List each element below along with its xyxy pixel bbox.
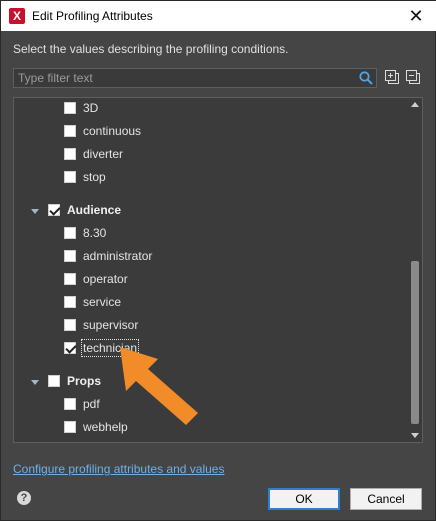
tree-item-label: service: [83, 295, 122, 309]
oxygen-app-icon: X: [9, 8, 25, 24]
cancel-button[interactable]: Cancel: [350, 488, 422, 510]
tree-item[interactable]: administrator: [64, 245, 152, 267]
tree-item-label: 8.30: [83, 226, 107, 240]
tree-item-label: webhelp: [83, 420, 128, 434]
checkbox[interactable]: [48, 375, 60, 387]
tree-item[interactable]: supervisor: [64, 314, 138, 336]
dialog-description: Select the values describing the profili…: [13, 42, 289, 56]
tree-item-label: pdf: [83, 397, 100, 411]
tree-group-label: Audience: [67, 203, 122, 217]
tree-item[interactable]: webhelp: [64, 416, 128, 438]
tree-item[interactable]: 8.30: [64, 222, 106, 244]
checkbox[interactable]: [64, 296, 76, 308]
tree-item[interactable]: 3D: [64, 98, 99, 119]
checkbox[interactable]: [64, 319, 76, 331]
tree-item[interactable]: diverter: [64, 143, 123, 165]
tree-group-audience[interactable]: Audience: [48, 199, 121, 221]
profiling-tree: 3D continuous diverter stop Audience 8.3…: [13, 97, 423, 443]
checkbox[interactable]: [48, 204, 60, 216]
tree-item-label: stop: [83, 170, 106, 184]
tree-item-label: administrator: [83, 249, 153, 263]
expand-toggle-icon[interactable]: [31, 380, 39, 385]
tree-item[interactable]: stop: [64, 166, 106, 188]
tree-group-props[interactable]: Props: [48, 370, 101, 392]
dialog-title: Edit Profiling Attributes: [32, 9, 153, 23]
tree-item-label: technician: [80, 339, 140, 357]
scroll-up-icon[interactable]: [411, 102, 419, 107]
checkbox[interactable]: [64, 148, 76, 160]
title-bar: X Edit Profiling Attributes ✕: [1, 1, 436, 31]
profiling-dialog: X Edit Profiling Attributes ✕ Select the…: [0, 0, 436, 521]
checkbox[interactable]: [64, 398, 76, 410]
checkbox[interactable]: [64, 273, 76, 285]
checkbox[interactable]: [64, 421, 76, 433]
scroll-down-icon[interactable]: [411, 433, 419, 438]
tree-item[interactable]: pdf: [64, 393, 100, 415]
expand-toggle-icon[interactable]: [31, 209, 39, 214]
tree-item-label: supervisor: [83, 318, 139, 332]
collapse-all-icon[interactable]: [405, 69, 421, 85]
tree-item[interactable]: service: [64, 291, 121, 313]
checkbox[interactable]: [64, 342, 76, 354]
tree-item-label: continuous: [83, 124, 142, 138]
checkbox[interactable]: [64, 102, 76, 114]
tree-item[interactable]: technician: [64, 337, 140, 359]
checkbox[interactable]: [64, 171, 76, 183]
tree-item-label: diverter: [83, 147, 124, 161]
checkbox[interactable]: [64, 125, 76, 137]
expand-all-icon[interactable]: [384, 69, 400, 85]
tree-item[interactable]: operator: [64, 268, 128, 290]
tree-item[interactable]: continuous: [64, 120, 141, 142]
search-icon[interactable]: [358, 70, 374, 86]
checkbox[interactable]: [64, 227, 76, 239]
tree-item-label: operator: [83, 272, 128, 286]
configure-attributes-link[interactable]: Configure profiling attributes and value…: [13, 462, 224, 476]
filter-input[interactable]: [14, 69, 354, 87]
tree-group-label: Props: [67, 374, 102, 388]
checkbox[interactable]: [64, 250, 76, 262]
vertical-scrollbar[interactable]: [408, 98, 422, 442]
ok-button[interactable]: OK: [268, 488, 340, 510]
close-icon[interactable]: ✕: [405, 5, 427, 27]
help-icon[interactable]: ?: [17, 491, 31, 505]
tree-item-label: 3D: [83, 101, 99, 115]
scrollbar-thumb[interactable]: [411, 261, 419, 424]
filter-field[interactable]: [13, 68, 377, 88]
